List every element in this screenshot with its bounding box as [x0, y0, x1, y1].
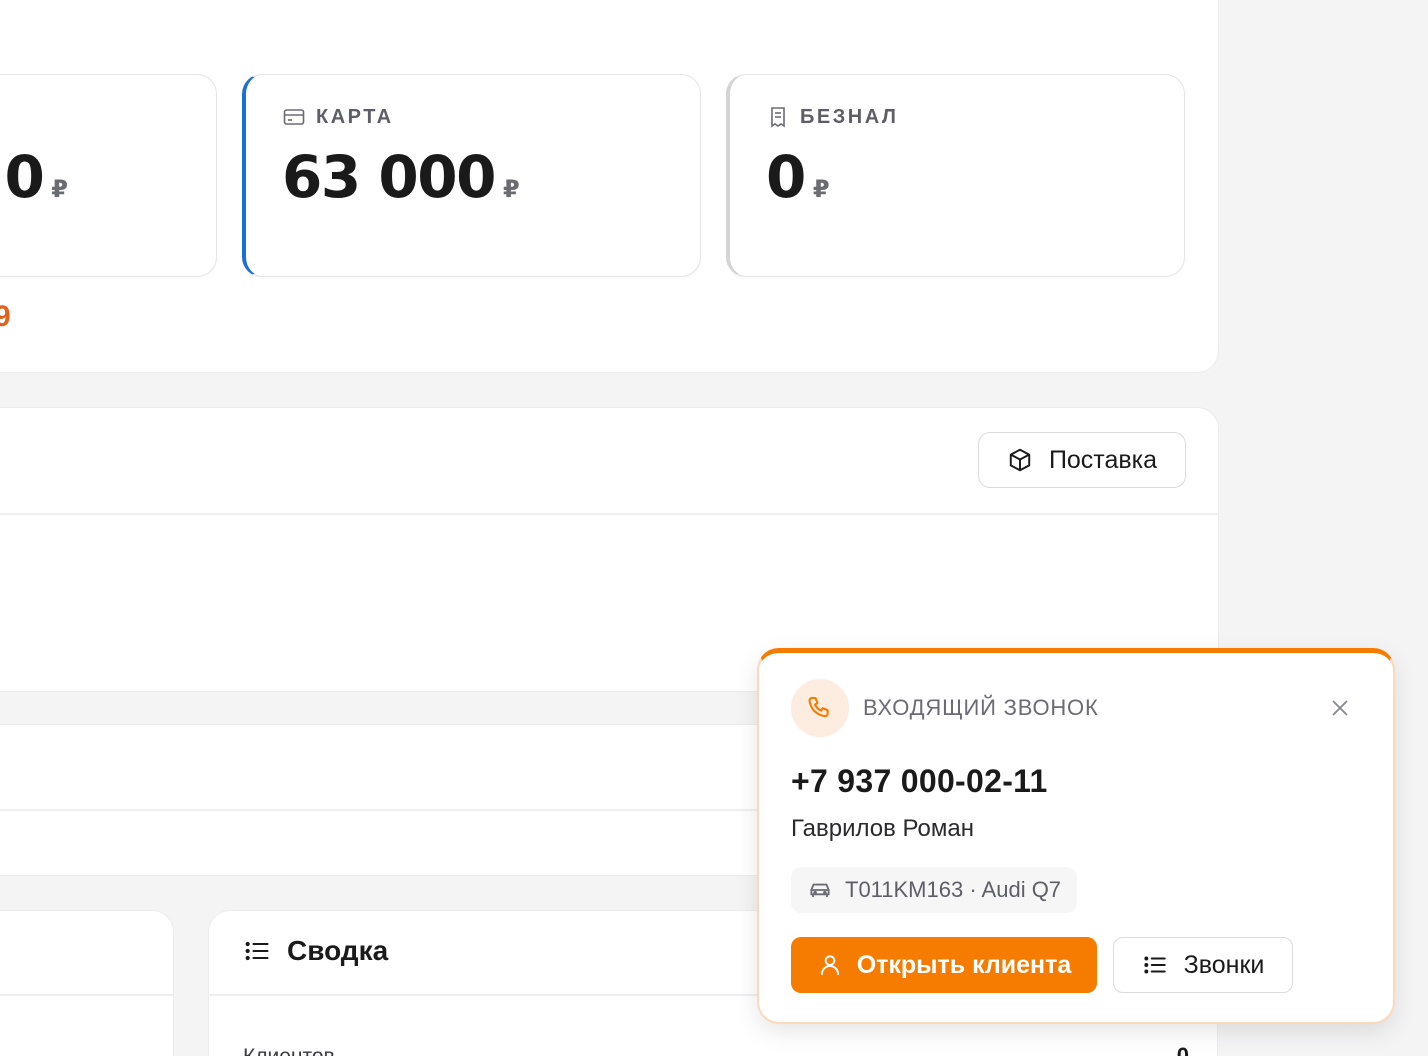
car-info: T011KM163 · Audi Q7	[845, 877, 1062, 902]
stat-card-label-text: КАРТА	[316, 105, 394, 128]
stat-cash-currency: ₽	[51, 176, 68, 203]
stat-card-currency: ₽	[502, 176, 520, 203]
summary-title: Сводка	[287, 935, 389, 966]
supply-button[interactable]: Поставка	[978, 432, 1186, 488]
open-client-button[interactable]: Открыть клиента	[791, 937, 1097, 993]
list-icon	[245, 941, 269, 961]
supply-button-label: Поставка	[1048, 445, 1158, 474]
panel-divider	[0, 513, 1218, 515]
stat-card-bank: БЕЗНАЛ 0 ₽	[726, 74, 1185, 277]
stat-card-amount: 63 000	[282, 143, 496, 211]
stat-card-value: 63 000 ₽	[282, 143, 520, 211]
panel-divider	[0, 994, 173, 996]
stat-cash-value: 0 ₽	[4, 143, 68, 211]
incoming-call-popup: ВХОДЯЩИЙ ЗВОНОК +7 937 000-02-11 Гаврило…	[757, 648, 1395, 1024]
panel-divider	[0, 809, 769, 811]
list-icon	[1144, 956, 1166, 974]
call-icon-badge	[791, 679, 849, 737]
stat-bank-label-text: БЕЗНАЛ	[800, 105, 899, 128]
car-icon	[810, 883, 830, 898]
caller-phone: +7 937 000-02-11	[791, 763, 1048, 799]
call-title: ВХОДЯЩИЙ ЗВОНОК	[863, 695, 1099, 720]
credit-card-icon	[283, 109, 305, 125]
close-button[interactable]	[1325, 693, 1355, 723]
calls-label: Звонки	[1183, 950, 1265, 979]
receipt-icon	[771, 107, 785, 128]
cash-note-fragment: 9	[0, 300, 11, 333]
caller-name: Гаврилов Роман	[791, 815, 974, 842]
summary-header: Сводка	[243, 935, 388, 967]
stat-card-cash: 0 ₽	[0, 74, 217, 277]
stat-bank-currency: ₽	[812, 176, 830, 203]
stat-bank-amount: 0	[766, 143, 806, 211]
stat-card-card: КАРТА 63 000 ₽	[242, 74, 701, 277]
stat-bank-value: 0 ₽	[766, 143, 830, 211]
summary-row-value: 0	[1176, 1043, 1189, 1056]
car-chip: T011KM163 · Audi Q7	[791, 867, 1078, 913]
stat-cash-amount: 0	[4, 143, 44, 211]
close-icon	[1332, 700, 1348, 716]
stat-bank-label: БЕЗНАЛ	[766, 105, 898, 129]
summary-row-label: Клиентов	[243, 1045, 335, 1056]
phone-icon	[808, 697, 829, 718]
stat-card-label: КАРТА	[282, 105, 394, 129]
user-icon	[820, 955, 839, 976]
calls-button[interactable]: Звонки	[1113, 937, 1293, 993]
open-client-label: Открыть клиента	[856, 950, 1072, 979]
box-icon	[1009, 448, 1031, 472]
list-panel	[0, 724, 770, 876]
left-bottom-panel	[0, 910, 174, 1056]
